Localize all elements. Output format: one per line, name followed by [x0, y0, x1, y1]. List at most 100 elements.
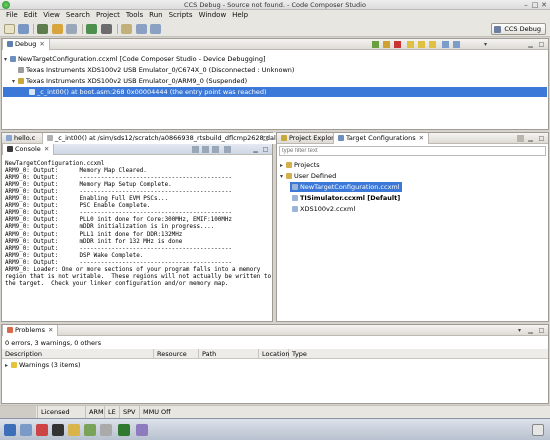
problems-row-warnings[interactable]: ▸ Warnings (3 items) [5, 360, 81, 370]
load-program-icon[interactable] [66, 24, 77, 34]
browser-icon[interactable] [36, 424, 48, 436]
ccxml-file-icon [292, 206, 298, 212]
menu-view[interactable]: View [40, 10, 63, 21]
tree-item-debug-session[interactable]: ▾ NewTargetConfiguration.ccxml [Code Comp… [4, 54, 266, 64]
settings-icon[interactable] [100, 424, 112, 436]
tab-problems-label: Problems [15, 326, 45, 334]
tree-item-new-target-config[interactable]: NewTargetConfiguration.ccxml [290, 182, 402, 192]
tab-debug[interactable]: Debug ✕ [2, 39, 50, 50]
console-line: ARM9_0: Output: ------------------------… [5, 245, 232, 252]
pin-console-icon[interactable] [212, 146, 219, 153]
resume-icon[interactable] [372, 41, 379, 48]
menu-edit[interactable]: Edit [21, 10, 41, 21]
menubar: File Edit View Search Project Tools Run … [0, 10, 550, 21]
navigate-back-icon[interactable] [136, 24, 147, 34]
terminate-icon[interactable] [394, 41, 401, 48]
column-path[interactable]: Path [199, 349, 259, 359]
close-icon[interactable]: ✕ [39, 40, 44, 48]
editor-console-area: hello.c _c_int00() at /sim/sds12/scratch… [1, 132, 287, 322]
tree-item-user-defined[interactable]: ▾ User Defined [280, 171, 336, 181]
step-into-icon[interactable] [407, 41, 414, 48]
close-window-icon[interactable]: ✕ [540, 1, 548, 9]
filter-input[interactable] [279, 146, 546, 156]
tree-item-tisimulator[interactable]: TISimulator.ccxml [Default] [292, 193, 400, 203]
maximize-view-icon[interactable]: □ [538, 41, 545, 48]
maximize-view-icon[interactable]: □ [538, 327, 545, 334]
tree-item-xds100v2[interactable]: XDS100v2.ccxml [292, 204, 355, 214]
tab-hello-c[interactable]: hello.c [2, 133, 39, 144]
reset-icon[interactable] [453, 41, 460, 48]
console-output[interactable]: NewTargetConfiguration.ccxml ARM9_0: Outp… [3, 154, 271, 320]
close-icon[interactable]: ✕ [48, 326, 53, 334]
menu-help[interactable]: Help [229, 10, 251, 21]
maximize-view-icon[interactable]: □ [538, 135, 545, 142]
external-tools-icon[interactable] [101, 24, 112, 34]
view-menu-icon[interactable]: ▾ [482, 41, 489, 48]
tray-icon[interactable] [532, 424, 544, 436]
tree-item-c674x[interactable]: Texas Instruments XDS100v2 USB Emulator_… [12, 65, 294, 75]
search-icon[interactable] [121, 24, 132, 34]
menu-file[interactable]: File [3, 10, 21, 21]
debug-icon[interactable] [37, 24, 48, 34]
projects-label: Projects [294, 161, 320, 169]
xds100v2-label: XDS100v2.ccxml [300, 205, 356, 213]
tab-hello-c-label: hello.c [14, 134, 36, 142]
menu-search[interactable]: Search [63, 10, 93, 21]
tab-c-int00[interactable]: _c_int00() at /sim/sds12/scratch/a086693… [42, 133, 287, 144]
maximize-icon[interactable]: □ [531, 1, 539, 9]
maximize-view-icon[interactable]: □ [262, 146, 269, 153]
step-return-icon[interactable] [429, 41, 436, 48]
app-icon[interactable] [84, 424, 96, 436]
start-menu-icon[interactable] [4, 424, 16, 436]
menu-tools[interactable]: Tools [123, 10, 146, 21]
minimize-icon[interactable]: – [522, 1, 530, 9]
new-target-config-icon[interactable] [517, 135, 524, 142]
close-icon[interactable]: ✕ [44, 145, 49, 153]
save-icon[interactable] [18, 24, 29, 34]
build-icon[interactable] [52, 24, 63, 34]
clear-console-icon[interactable] [192, 146, 199, 153]
navigate-forward-icon[interactable] [150, 24, 161, 34]
suspend-icon[interactable] [383, 41, 390, 48]
minimize-view-icon[interactable]: ▁ [527, 41, 534, 48]
tab-problems[interactable]: Problems ✕ [2, 325, 59, 336]
tree-item-arm9[interactable]: ▾ Texas Instruments XDS100v2 USB Emulator… [12, 76, 247, 86]
minimize-view-icon[interactable]: ▁ [527, 135, 534, 142]
desktop-icon[interactable] [20, 424, 32, 436]
perspective-label: CCS Debug [504, 25, 541, 33]
column-type[interactable]: Type [289, 349, 548, 359]
step-over-icon[interactable] [418, 41, 425, 48]
stack-frame-row[interactable]: _c_int00() at boot.asm:268 0x00004444 (t… [3, 87, 547, 97]
terminal-icon[interactable] [52, 424, 64, 436]
close-icon[interactable]: ✕ [419, 134, 424, 142]
file-manager-icon[interactable] [68, 424, 80, 436]
column-resource[interactable]: Resource [154, 349, 199, 359]
debug-view-header: Debug ✕ ▾ ▁ □ [2, 39, 548, 50]
perspective-switcher[interactable]: CCS Debug [491, 23, 546, 35]
menu-scripts[interactable]: Scripts [166, 10, 196, 21]
scroll-lock-icon[interactable] [202, 146, 209, 153]
maximize-view-icon[interactable]: □ [262, 135, 269, 142]
app-icon[interactable] [136, 424, 148, 436]
bug-icon [7, 41, 13, 47]
tab-target-configurations-label: Target Configurations [346, 134, 416, 142]
view-menu-icon[interactable]: ▾ [516, 327, 523, 334]
tree-item-projects[interactable]: ▸ Projects [280, 160, 320, 170]
menu-window[interactable]: Window [196, 10, 230, 21]
minimize-view-icon[interactable]: ▁ [252, 146, 259, 153]
column-location[interactable]: Location [259, 349, 290, 359]
run-icon[interactable] [86, 24, 97, 34]
ccs-task-icon[interactable] [118, 424, 130, 436]
tab-target-configurations[interactable]: Target Configurations ✕ [333, 133, 430, 144]
console-line: ARM9_0: Output: ------------------------… [5, 259, 232, 266]
cpu-icon [18, 78, 24, 84]
column-description[interactable]: Description [2, 349, 154, 359]
new-icon[interactable] [4, 24, 15, 34]
display-console-icon[interactable] [224, 146, 231, 153]
menu-run[interactable]: Run [146, 10, 165, 21]
console-line: the target. Check your linker configurat… [5, 280, 229, 287]
minimize-view-icon[interactable]: ▁ [527, 327, 534, 334]
menu-project[interactable]: Project [93, 10, 123, 21]
new-target-config-label: NewTargetConfiguration.ccxml [300, 183, 400, 191]
assembly-step-icon[interactable] [442, 41, 449, 48]
